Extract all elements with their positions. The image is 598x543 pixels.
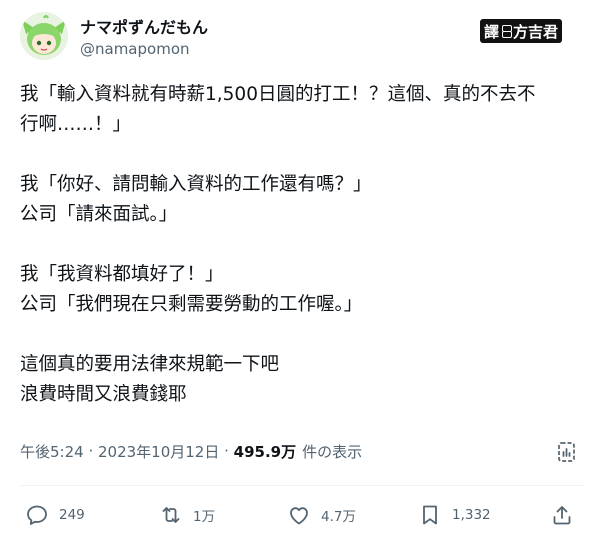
tweet-line: 公司「我們現在只剩需要勞動的工作喔。」 [20,294,363,315]
meta-separator: · [219,442,234,460]
bookmark-count: 1,332 [452,507,491,523]
tweet-line: 我「我資料都填好了！」 [20,264,224,285]
avatar[interactable] [20,12,68,60]
retweet-arrows-icon [162,507,180,523]
share-upload-icon [553,506,571,525]
watermark-separator-icon [501,24,513,38]
tweet-date[interactable]: 2023年10月12日 [98,441,219,462]
tweet-text: 我「輸入資料就有時薪1,500日圓的打工！？這個、真的不去不 行啊……！」 我「… [20,80,585,410]
translator-watermark: 譯 方吉君 [480,19,563,43]
like-button[interactable]: 4.7万 [287,502,356,528]
speech-bubble-icon [27,505,47,525]
heart-icon [290,507,308,525]
meta-separator: · [83,442,98,460]
display-name[interactable]: ナマポずんだもん [80,14,208,38]
tweet-line [20,140,585,170]
tweet-time[interactable]: 午後5:24 [20,441,84,462]
reply-button[interactable]: 249 [25,502,85,528]
tweet-line: 我「你好、請問輸入資料的工作還有嗎？」 [20,174,372,195]
tweet-line [20,320,585,350]
tweet-line [20,230,585,260]
tweet-meta: 午後5:24 · 2023年10月12日 · 495.9万 件の表示 [20,440,362,462]
watermark-right-text: 方吉君 [513,22,559,41]
tweet-line: 我「輸入資料就有時薪1,500日圓的打工！？這個、真的不去不 [20,84,536,105]
user-handle[interactable]: @namapomon [80,40,190,58]
tweet-line: 公司「請來面試。」 [20,204,178,225]
tweet-line: 行啊……！」 [20,114,132,135]
bookmark-button[interactable]: 1,332 [418,502,491,528]
retweet-button[interactable]: 1万 [159,502,215,528]
like-count: 4.7万 [321,509,356,525]
view-count[interactable]: 495.9万 [234,441,296,462]
action-bar: 249 1万 4.7万 1,332 [0,496,598,536]
bookmark-icon [423,505,437,525]
view-count-suffix: 件の表示 [302,442,363,461]
tweet-line: 這個真的要用法律來規範一下吧 [20,354,280,375]
reply-count: 249 [59,507,85,523]
share-button[interactable] [550,502,574,528]
retweet-count: 1万 [193,509,216,525]
tweet-line: 浪費時間又浪費錢耶 [20,384,187,405]
avatar-image [20,12,68,60]
watermark-left-text: 譯 [484,22,500,41]
analytics-icon[interactable] [555,440,579,464]
divider [20,485,585,486]
